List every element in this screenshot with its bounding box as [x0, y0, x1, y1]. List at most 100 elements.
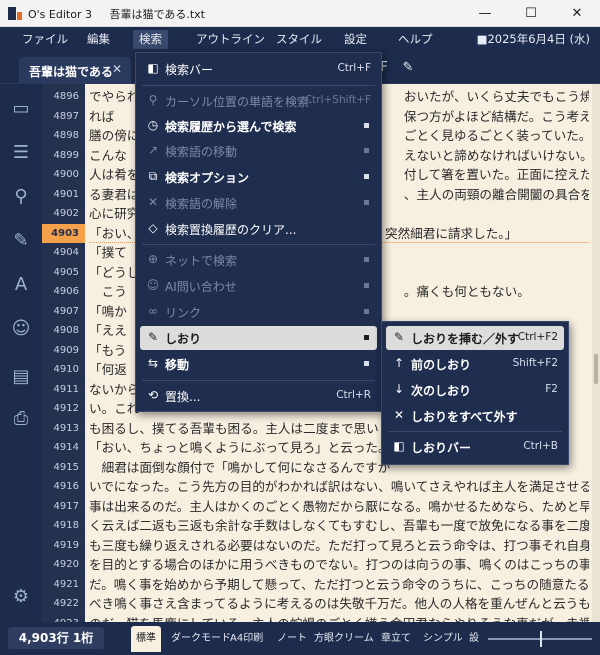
- menu-item-arrow-down[interactable]: ↓ 次のしおり F2: [386, 378, 564, 402]
- style-tab-simple[interactable]: シンプル: [418, 626, 468, 652]
- arrow-down-icon: ↓: [393, 382, 405, 396]
- vertical-scrollbar[interactable]: [592, 84, 600, 622]
- menu-separator: [142, 85, 375, 86]
- minimize-button[interactable]: —: [462, 0, 508, 27]
- text-line[interactable]: だ。鳴く事を始めから予期して懸って、ただ打つと云う命令のうちに、こっちの随意たる: [89, 575, 589, 595]
- menu-help[interactable]: ヘルプ: [392, 30, 439, 49]
- title-bar: O's Editor 3 吾輩は猫である.txt — ☐ ✕: [0, 0, 600, 27]
- menu-item-history[interactable]: ◷ 検索履歴から選んで検索: [140, 114, 377, 138]
- list-icon[interactable]: ☰: [8, 140, 34, 166]
- printer-icon[interactable]: ⎙: [8, 406, 34, 432]
- unpin-icon: ✕: [393, 408, 405, 422]
- text-line[interactable]: を目的とする場合のほかに用うべきものでない。打つのは向うの事、鳴くのはこっちの事: [89, 555, 589, 575]
- line-number: 4899: [53, 149, 79, 161]
- menu-search[interactable]: 検索: [133, 30, 168, 49]
- zoom-slider-knob[interactable]: [540, 631, 542, 647]
- arrow-up-icon: ↑: [393, 356, 405, 370]
- robot-icon[interactable]: ☺: [8, 316, 34, 342]
- text-line[interactable]: く云えば二返も三返も余計な手数はしなくてもすむし、吾輩も一度で放免になる事を二度: [89, 516, 589, 536]
- document-tab[interactable]: 吾輩は猫である ✕: [19, 57, 131, 84]
- line-number: 4905: [53, 266, 79, 278]
- sidebar-icon: ◧: [393, 439, 405, 453]
- menu-item-label: 検索履歴から選んで検索: [165, 120, 297, 134]
- clear-icon: ✕: [147, 195, 159, 209]
- text-line[interactable]: いでになった。こう先方の目的がわかれば訳はない、鳴いてさえやれば主人を満足させる: [89, 477, 589, 497]
- line-number: 4918: [53, 520, 79, 531]
- style-tab-standard[interactable]: 標準: [131, 626, 161, 652]
- menu-item-eraser[interactable]: ◇ 検索置換履歴のクリア...: [140, 217, 377, 241]
- text-line[interactable]: も三度も繰り返えされる必要はないのだ。ただ打って見ろと云う命令は、打つ事それ自身: [89, 536, 589, 556]
- menu-item-label: 前のしおり: [411, 358, 472, 372]
- menu-item-shortcut: Ctrl+Shift+F: [304, 94, 371, 106]
- pin-icon: ✎: [147, 330, 159, 344]
- menu-item-arrow-up[interactable]: ↑ 前のしおり Shift+F2: [386, 352, 564, 376]
- menu-item-replace[interactable]: ⟲ 置換... Ctrl+R: [140, 384, 377, 408]
- submenu-indicator-icon: [364, 361, 369, 366]
- text-line[interactable]: べき鳴く事さえ含まってるように考えるのは失敬千万だ。他人の人格を重んぜんと云うも: [89, 594, 589, 614]
- menu-settings[interactable]: 設定: [338, 30, 373, 49]
- text-line[interactable]: 事は出来るのだ。主人はかくのごとく愚物だから厭になる。鳴かせるためなら、ためと早: [89, 497, 589, 517]
- arrow-icon: ↗: [147, 143, 159, 157]
- pen-icon[interactable]: ✎: [398, 60, 418, 78]
- line-number: 4898: [53, 130, 79, 141]
- submenu-indicator-icon: [364, 123, 369, 128]
- line-number: 4922: [53, 598, 79, 609]
- line-number: 4916: [53, 481, 79, 492]
- maximize-button[interactable]: ☐: [508, 0, 554, 27]
- menu-item-label: 検索語の解除: [165, 197, 238, 211]
- line-number: 4917: [53, 500, 79, 512]
- font-icon[interactable]: A: [8, 272, 34, 298]
- menu-item-clear: ✕ 検索語の解除: [140, 191, 377, 215]
- style-tab-settings[interactable]: 設: [464, 626, 484, 652]
- menu-edit[interactable]: 編集: [81, 30, 116, 49]
- tab-close-icon[interactable]: ✕: [112, 62, 122, 76]
- search-icon[interactable]: ⚲: [8, 184, 34, 210]
- scrollbar-thumb[interactable]: [594, 354, 598, 384]
- menu-item-sidebar[interactable]: ◧ しおりバー Ctrl+B: [386, 435, 564, 459]
- menu-item-shortcut: F2: [545, 383, 558, 395]
- line-number: 4911: [53, 383, 79, 395]
- close-button[interactable]: ✕: [554, 0, 600, 27]
- style-tab-chapters[interactable]: 章立て: [376, 626, 416, 652]
- line-number: 4909: [53, 344, 79, 356]
- line-number: 4912: [53, 403, 79, 414]
- menu-item-move[interactable]: ⇆ 移動: [140, 352, 377, 376]
- menu-item-unpin[interactable]: ✕ しおりをすべて外す: [386, 404, 564, 428]
- menu-item-label: 検索オプション: [165, 171, 250, 185]
- replace-icon: ⟲: [147, 388, 159, 402]
- status-bar: 4,903行 1桁 標準 ダークモード A4印刷 ノート 方眼クリーム 章立て …: [0, 622, 600, 655]
- menu-item-option[interactable]: ⧉ 検索オプション: [140, 165, 377, 189]
- style-tab-grid-cream[interactable]: 方眼クリーム: [309, 626, 379, 652]
- menu-file[interactable]: ファイル: [16, 30, 74, 49]
- text-line[interactable]: のだ。猫を馬鹿にしている。主人の蛇蝎のごとく嫌う金田君ならやりそうな事だが、赤裸: [89, 614, 589, 623]
- menu-item-arrow: ↗ 検索語の移動: [140, 139, 377, 163]
- menu-item-shortcut: Ctrl+F2: [517, 331, 558, 343]
- menu-item-shortcut: Ctrl+R: [336, 389, 371, 401]
- style-tab-note[interactable]: ノート: [272, 626, 312, 652]
- menu-separator: [142, 244, 375, 245]
- submenu-indicator-icon: [364, 148, 369, 153]
- menu-item-label: 検索バー: [165, 63, 214, 77]
- menu-item-label: AI問い合わせ: [165, 280, 237, 294]
- pin-icon: ✎: [393, 330, 405, 344]
- menu-item-sidebar[interactable]: ◧ 検索バー Ctrl+F: [140, 57, 377, 81]
- menu-style[interactable]: スタイル: [270, 30, 328, 49]
- menu-separator: [388, 431, 562, 432]
- zoom-slider[interactable]: [488, 631, 592, 647]
- submenu-indicator-icon: [364, 257, 369, 262]
- line-number: 4900: [53, 169, 79, 180]
- menu-item-label: しおりを挿む／外す: [411, 332, 520, 346]
- gear-icon[interactable]: ⚙: [8, 584, 34, 610]
- menu-outline[interactable]: アウトライン: [190, 30, 271, 49]
- menu-item-pin[interactable]: ✎ しおり: [140, 326, 377, 350]
- menu-item-label: 検索置換履歴のクリア...: [165, 223, 297, 237]
- menu-item-label: 置換...: [165, 390, 201, 404]
- style-tab-a4[interactable]: A4印刷: [225, 626, 268, 652]
- line-number: 4913: [53, 422, 79, 434]
- move-icon: ⇆: [147, 356, 159, 370]
- pdf-icon[interactable]: ▤: [8, 364, 34, 390]
- menu-separator: [142, 380, 375, 381]
- menu-item-pin[interactable]: ✎ しおりを挿む／外す Ctrl+F2: [386, 326, 564, 350]
- pin-icon[interactable]: ✎: [8, 228, 34, 254]
- folder-icon[interactable]: ▭: [8, 96, 34, 122]
